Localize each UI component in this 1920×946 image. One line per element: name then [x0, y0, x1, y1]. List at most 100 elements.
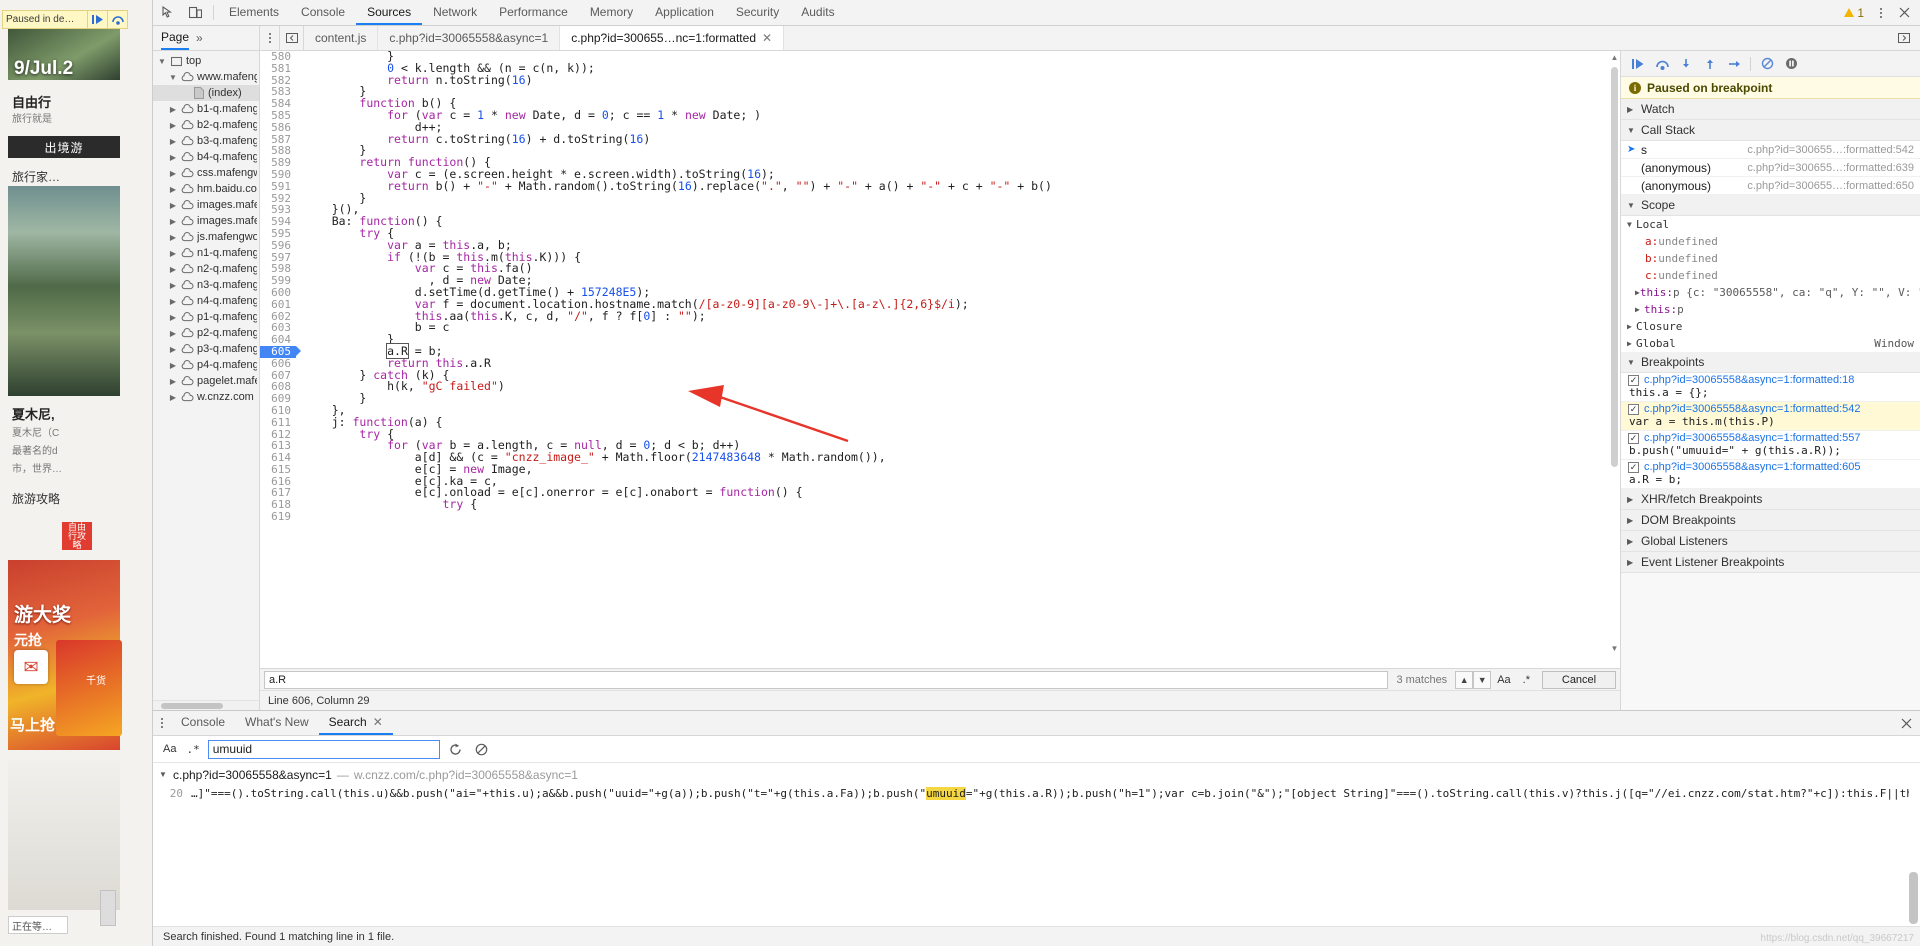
line-number[interactable]: 605: [260, 346, 301, 358]
breakpoint-checkbox[interactable]: [1628, 432, 1639, 444]
step-over-icon[interactable]: [108, 10, 128, 29]
tree-item[interactable]: ▶ pagelet.mafen: [153, 373, 259, 389]
device-toolbar-icon[interactable]: [182, 0, 209, 25]
line-number[interactable]: 610: [260, 405, 296, 417]
tab-security[interactable]: Security: [725, 0, 790, 25]
breakpoint-location[interactable]: c.php?id=30065558&async=1:formatted:557: [1644, 432, 1861, 444]
code-line[interactable]: 603 b = c: [260, 322, 1620, 335]
section-breakpoints[interactable]: ▼ Breakpoints: [1621, 352, 1920, 373]
page-promo-cta[interactable]: 马上抢: [10, 714, 55, 735]
warning-count-badge[interactable]: 1: [1837, 0, 1871, 25]
code-line[interactable]: 608 h(k, "gC failed"): [260, 380, 1620, 394]
navigator-kebab-menu[interactable]: [260, 26, 280, 50]
code-line[interactable]: 591 return b() + "-" + Math.random().toS…: [260, 180, 1620, 193]
chevron-right-icon[interactable]: ▶: [168, 121, 178, 130]
tab-performance[interactable]: Performance: [488, 0, 579, 25]
step-button[interactable]: [1723, 53, 1745, 75]
chevron-down-icon[interactable]: ▼: [157, 57, 167, 66]
code-line[interactable]: 602 this.aa(this.K, c, d, "/", f ? f[0] …: [260, 310, 1620, 323]
close-icon[interactable]: ✕: [373, 715, 383, 729]
drawer-kebab-menu[interactable]: [153, 711, 171, 735]
code-viewport[interactable]: 580 } 581 0 < k.length && (n = c(n, k)); 5…: [260, 51, 1620, 668]
section-event-listener-breakpoints[interactable]: ▶ Event Listener Breakpoints: [1621, 552, 1920, 573]
code-line[interactable]: 619: [260, 511, 1620, 523]
tab-network[interactable]: Network: [422, 0, 488, 25]
tree-item[interactable]: (index): [153, 85, 259, 101]
breakpoint-checkbox[interactable]: [1628, 374, 1639, 386]
tree-item[interactable]: ▶ b4-q.mafengw: [153, 149, 259, 165]
chevron-right-icon[interactable]: ▶: [168, 329, 178, 338]
file-tab-content-js[interactable]: content.js: [304, 26, 379, 50]
tree-item[interactable]: ▶ hm.baidu.com: [153, 181, 259, 197]
tree-item[interactable]: ▶ p3-q.mafengw: [153, 341, 259, 357]
code-line[interactable]: 606 return this.a.R: [260, 357, 1620, 370]
tree-item[interactable]: ▶ css.mafengwo.: [153, 165, 259, 181]
caret-up-icon[interactable]: ▲: [1455, 670, 1474, 689]
breakpoint-location[interactable]: c.php?id=30065558&async=1:formatted:605: [1644, 461, 1861, 473]
code-line[interactable]: 583 }: [260, 86, 1620, 99]
breakpoint-checkbox[interactable]: [1628, 403, 1639, 415]
tree-item[interactable]: ▶ n2-q.mafengw: [153, 261, 259, 277]
chevron-right-icon[interactable]: ▶: [168, 297, 178, 306]
tree-item[interactable]: ▶ p2-q.mafengw: [153, 325, 259, 341]
tree-item[interactable]: ▶ js.mafengwo.n: [153, 229, 259, 245]
tree-item[interactable]: ▶ b1-q.mafengw: [153, 101, 259, 117]
tab-elements[interactable]: Elements: [218, 0, 290, 25]
chevron-right-icon[interactable]: ▶: [168, 201, 178, 210]
regex-button[interactable]: .*: [1517, 671, 1536, 689]
tree-item[interactable]: ▶ n3-q.mafengw: [153, 277, 259, 293]
search-result-file-header[interactable]: ▼ c.php?id=30065558&async=1 — w.cnzz.com…: [153, 766, 1920, 783]
breakpoint-item[interactable]: c.php?id=30065558&async=1:formatted:542v…: [1621, 402, 1920, 431]
section-scope[interactable]: ▼ Scope: [1621, 195, 1920, 216]
chevron-right-icon[interactable]: ▶: [168, 313, 178, 322]
file-tab-cphp-async[interactable]: c.php?id=30065558&async=1: [378, 26, 561, 50]
tree-item[interactable]: ▶ n4-q.mafengw: [153, 293, 259, 309]
code-line[interactable]: 610 },: [260, 404, 1620, 417]
match-case-button[interactable]: Aa: [1491, 671, 1516, 689]
navigator-tab-page[interactable]: Page: [161, 26, 190, 50]
code-line[interactable]: 609 }: [260, 392, 1620, 405]
chevron-right-icon[interactable]: ▶: [168, 185, 178, 194]
navigator-horizontal-scrollbar[interactable]: [153, 700, 259, 710]
code-line[interactable]: 582 return n.toString(16): [260, 74, 1620, 87]
drawer-tab-console[interactable]: Console: [171, 711, 235, 735]
tree-item[interactable]: ▼ top: [153, 53, 259, 69]
line-number[interactable]: 600: [260, 287, 296, 299]
line-number[interactable]: 586: [260, 121, 296, 134]
chevron-down-icon[interactable]: ▼: [168, 73, 178, 82]
scroll-up-icon[interactable]: ▲: [1610, 53, 1619, 63]
breakpoint-checkbox[interactable]: [1628, 461, 1639, 473]
tab-sources[interactable]: Sources: [356, 0, 423, 25]
match-case-button[interactable]: Aa: [161, 743, 178, 755]
cancel-button[interactable]: Cancel: [1542, 670, 1616, 689]
call-stack-frame[interactable]: (anonymous) c.php?id=300655…:formatted:63…: [1621, 159, 1920, 177]
code-line[interactable]: 593 }(),: [260, 204, 1620, 217]
tree-item[interactable]: ▶ images.mafeng: [153, 197, 259, 213]
breakpoint-location[interactable]: c.php?id=30065558&async=1:formatted:542: [1644, 403, 1861, 415]
code-line[interactable]: 604 }: [260, 333, 1620, 346]
breakpoint-item[interactable]: c.php?id=30065558&async=1:formatted:18th…: [1621, 373, 1920, 402]
code-text[interactable]: return b() + "-" + Math.random().toStrin…: [296, 180, 1052, 193]
line-number[interactable]: 596: [260, 239, 296, 252]
chevron-right-icon[interactable]: ▶: [168, 281, 178, 290]
tree-item[interactable]: ▶ n1-q.mafengw: [153, 245, 259, 261]
scrollbar-thumb[interactable]: [1611, 67, 1618, 467]
show-navigator-icon[interactable]: [280, 26, 304, 50]
section-xhr-breakpoints[interactable]: ▶ XHR/fetch Breakpoints: [1621, 489, 1920, 510]
scope-variable[interactable]: c: undefined: [1621, 267, 1920, 284]
line-number[interactable]: 581: [260, 62, 296, 75]
refresh-icon[interactable]: [446, 739, 466, 759]
scope-variable[interactable]: ▶ this: p {c: "30065558", ca: "q", Y: "",…: [1621, 284, 1920, 301]
breakpoint-item[interactable]: c.php?id=30065558&async=1:formatted:605a…: [1621, 460, 1920, 489]
step-over-button[interactable]: [1651, 53, 1673, 75]
caret-down-icon[interactable]: ▼: [1473, 670, 1492, 689]
page-promo-overlay[interactable]: [56, 640, 122, 736]
search-input[interactable]: [207, 739, 440, 759]
chevron-right-icon[interactable]: ▶: [168, 377, 178, 386]
tree-item[interactable]: ▶ p4-q.mafengw: [153, 357, 259, 373]
search-result-match[interactable]: 20 …]"===().toString.call(this.u)&&b.pus…: [153, 787, 1920, 800]
code-line[interactable]: 592 }: [260, 192, 1620, 205]
code-line[interactable]: 585 for (var c = 1 * new Date, d = 0; c …: [260, 109, 1620, 122]
section-dom-breakpoints[interactable]: ▶ DOM Breakpoints: [1621, 510, 1920, 531]
scrollbar-thumb[interactable]: [1909, 872, 1918, 924]
